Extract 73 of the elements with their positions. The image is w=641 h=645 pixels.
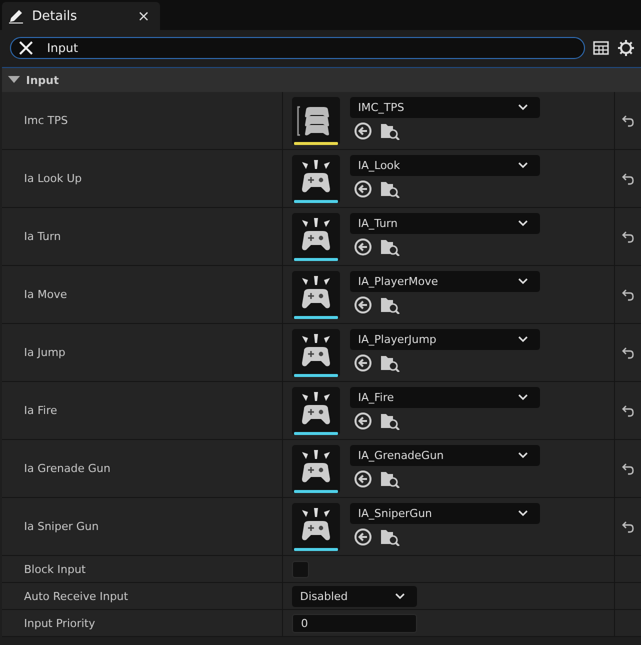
pencil-icon[interactable] — [8, 8, 24, 24]
arrow-left-circle-icon[interactable] — [354, 354, 372, 372]
property-label: Ia Grenade Gun — [2, 440, 283, 497]
details-tab[interactable]: Details × — [2, 2, 160, 30]
property-label: Auto Receive Input — [2, 583, 283, 609]
folder-search-icon[interactable] — [380, 122, 400, 140]
property-label: Block Input — [2, 556, 283, 582]
property-label: Imc TPS — [2, 92, 283, 149]
asset-dropdown[interactable]: IA_SniperGun — [350, 503, 540, 524]
chevron-down-icon[interactable] — [518, 104, 528, 111]
folder-search-icon[interactable] — [380, 470, 400, 488]
asset-thumbnail[interactable] — [292, 96, 340, 144]
tab-title: Details — [32, 8, 78, 24]
asset-dropdown[interactable]: IA_GrenadeGun — [350, 445, 540, 466]
folder-search-icon[interactable] — [380, 238, 400, 256]
asset-dropdown[interactable]: IA_Turn — [350, 213, 540, 234]
checkbox[interactable] — [292, 560, 309, 578]
property-label: Ia Fire — [2, 382, 283, 439]
asset-dropdown[interactable]: IA_Look — [350, 155, 540, 176]
arrow-left-circle-icon[interactable] — [354, 296, 372, 314]
reset-arrow-icon[interactable] — [622, 520, 634, 532]
property-label: Input Priority — [2, 610, 283, 636]
reset-arrow-icon[interactable] — [622, 288, 634, 300]
arrow-left-circle-icon[interactable] — [354, 412, 372, 430]
property-label: Ia Look Up — [2, 150, 283, 207]
asset-thumbnail[interactable] — [292, 328, 340, 376]
asset-thumbnail[interactable] — [292, 212, 340, 260]
chevron-down-icon[interactable] — [518, 220, 528, 227]
folder-search-icon[interactable] — [380, 412, 400, 430]
chevron-down-icon[interactable] — [518, 394, 528, 401]
property-label: Ia Move — [2, 266, 283, 323]
property-label: Ia Jump — [2, 324, 283, 381]
folder-search-icon[interactable] — [380, 528, 400, 546]
asset-dropdown[interactable]: IA_Fire — [350, 387, 540, 408]
property-label: Ia Sniper Gun — [2, 498, 283, 555]
folder-search-icon[interactable] — [380, 180, 400, 198]
arrow-left-circle-icon[interactable] — [354, 528, 372, 546]
reset-arrow-icon[interactable] — [622, 346, 634, 358]
asset-thumbnail[interactable] — [292, 444, 340, 492]
chevron-down-icon[interactable] — [518, 452, 528, 459]
search-field[interactable]: Input — [10, 37, 585, 59]
arrow-left-circle-icon[interactable] — [354, 122, 372, 140]
reset-arrow-icon[interactable] — [622, 404, 634, 416]
reset-arrow-icon[interactable] — [622, 172, 634, 184]
reset-arrow-icon[interactable] — [622, 462, 634, 474]
clear-icon[interactable] — [19, 41, 33, 55]
chevron-down-icon[interactable] — [518, 278, 528, 285]
folder-search-icon[interactable] — [380, 296, 400, 314]
chevron-down-icon[interactable] — [395, 592, 405, 600]
chevron-down-icon[interactable] — [518, 336, 528, 343]
reset-arrow-icon[interactable] — [622, 230, 634, 242]
close-tab-button[interactable]: × — [133, 7, 154, 25]
section-header[interactable]: Input — [2, 67, 641, 92]
arrow-left-circle-icon[interactable] — [354, 238, 372, 256]
asset-thumbnail[interactable] — [292, 386, 340, 434]
asset-dropdown[interactable]: IA_PlayerJump — [350, 329, 540, 350]
chevron-down-icon[interactable] — [518, 162, 528, 169]
asset-thumbnail[interactable] — [292, 270, 340, 318]
number-field[interactable]: 0 — [292, 614, 417, 632]
asset-thumbnail[interactable] — [292, 154, 340, 202]
arrow-left-circle-icon[interactable] — [354, 180, 372, 198]
reset-arrow-icon[interactable] — [622, 114, 634, 126]
chevron-down-icon[interactable] — [518, 510, 528, 517]
asset-dropdown[interactable]: IMC_TPS — [350, 97, 540, 118]
arrow-left-circle-icon[interactable] — [354, 470, 372, 488]
property-label: Ia Turn — [2, 208, 283, 265]
enum-dropdown[interactable]: Disabled — [292, 586, 417, 606]
asset-dropdown[interactable]: IA_PlayerMove — [350, 271, 540, 292]
settings-icon[interactable] — [617, 39, 635, 57]
asset-thumbnail[interactable] — [292, 502, 340, 550]
folder-search-icon[interactable] — [380, 354, 400, 372]
collapse-arrow-icon[interactable] — [8, 76, 20, 84]
table-icon[interactable] — [593, 40, 609, 56]
